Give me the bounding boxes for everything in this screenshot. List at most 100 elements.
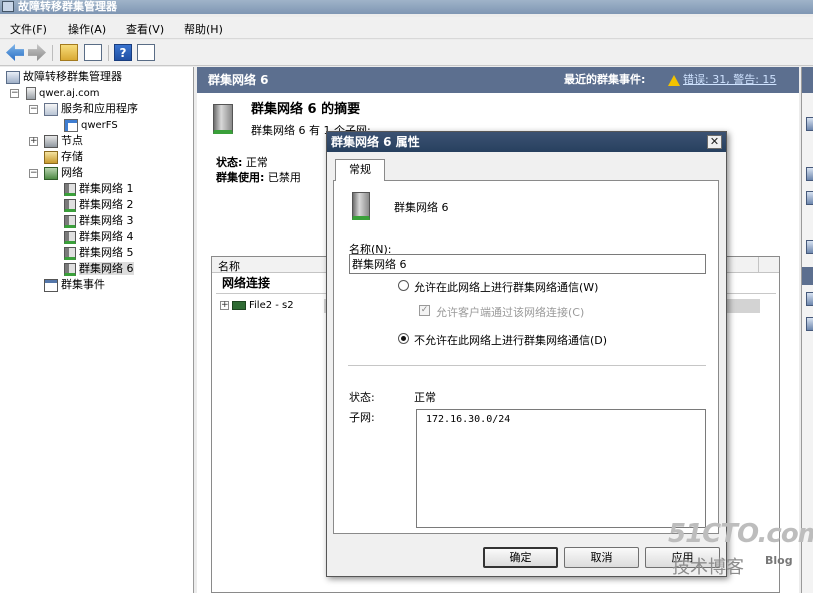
tree-network-label: 群集网络 5 — [79, 246, 134, 259]
network-icon — [64, 198, 76, 212]
tree-network-6[interactable]: 群集网络 6 — [64, 261, 134, 277]
network-icon — [64, 214, 76, 228]
network-icon — [352, 192, 370, 220]
tree-storage-label: 存储 — [61, 150, 83, 163]
action-icon[interactable] — [806, 240, 813, 254]
list-item[interactable]: + File2 - s2 — [220, 300, 294, 311]
tree-storage[interactable]: 存储 — [44, 149, 83, 165]
network-icon — [213, 104, 233, 134]
allow-clients-checkbox[interactable]: ✓ — [419, 305, 430, 316]
collapse-toggle[interactable]: − — [29, 169, 38, 178]
events-icon — [44, 278, 58, 292]
tree-networks[interactable]: 网络 — [44, 165, 83, 181]
menu-file[interactable]: 文件(F) — [10, 21, 47, 37]
summary-title: 群集网络 6 的摘要 — [251, 102, 361, 117]
nodes-icon — [44, 134, 58, 148]
tree-network-5[interactable]: 群集网络 5 — [64, 245, 134, 261]
menu-help[interactable]: 帮助(H) — [184, 21, 223, 37]
actions-pane — [801, 67, 813, 593]
status-line: 状态: 正常 — [216, 154, 268, 170]
collapse-toggle[interactable]: − — [10, 89, 19, 98]
tree-service-qwerfs[interactable]: qwerFS — [64, 117, 118, 133]
tree-network-2[interactable]: 群集网络 2 — [64, 197, 134, 213]
collapse-toggle[interactable]: − — [29, 105, 38, 114]
tree-cluster[interactable]: qwer.aj.com — [26, 85, 100, 101]
tree-root[interactable]: 故障转移群集管理器 — [6, 69, 122, 85]
action-icon[interactable] — [806, 191, 813, 205]
tab-general-panel: 群集网络 6 名称(N): 允许在此网络上进行群集网络通信(W) ✓ 允许客户端… — [333, 180, 719, 534]
properties-dialog: 群集网络 6 属性 ✕ 常规 群集网络 6 名称(N): 允许在此网络上进行群集… — [326, 131, 727, 577]
ok-button[interactable]: 确定 — [483, 547, 558, 568]
apply-button[interactable]: 应用 — [645, 547, 720, 568]
action-icon[interactable] — [806, 117, 813, 131]
cancel-button[interactable]: 取消 — [564, 547, 639, 568]
network-icon — [64, 246, 76, 260]
actions-section-header — [802, 267, 813, 285]
network-adapter-icon — [232, 300, 246, 310]
cluster-use-label: 群集使用: — [216, 171, 265, 184]
show-hide-tree-icon[interactable] — [84, 44, 102, 61]
action-icon[interactable] — [806, 292, 813, 306]
allow-cluster-comm-label[interactable]: 允许在此网络上进行群集网络通信(W) — [414, 279, 598, 295]
back-arrow-icon[interactable] — [6, 44, 24, 61]
tree-events-label: 群集事件 — [61, 278, 105, 291]
up-folder-icon[interactable] — [60, 44, 78, 61]
tree-nodes[interactable]: 节点 — [44, 133, 83, 149]
tree-services[interactable]: 服务和应用程序 — [44, 101, 138, 117]
tree-network-3[interactable]: 群集网络 3 — [64, 213, 134, 229]
menu-view[interactable]: 查看(V) — [126, 21, 164, 37]
services-icon — [44, 102, 58, 116]
section-divider — [348, 365, 706, 366]
main-header: 群集网络 6 最近的群集事件: 错误: 31, 警告: 15 — [197, 67, 799, 93]
deny-cluster-comm-label[interactable]: 不允许在此网络上进行群集网络通信(D) — [414, 332, 607, 348]
tree-network-1[interactable]: 群集网络 1 — [64, 181, 134, 197]
cluster-use-value: 已禁用 — [267, 171, 301, 184]
subnet-value: 172.16.30.0/24 — [426, 414, 511, 425]
close-button[interactable]: ✕ — [707, 135, 722, 149]
tree-network-label: 群集网络 4 — [79, 230, 134, 243]
tree-events[interactable]: 群集事件 — [44, 277, 105, 293]
window-titlebar: 故障转移群集管理器 — [0, 0, 813, 14]
expand-toggle[interactable]: + — [220, 300, 229, 310]
tree-root-label: 故障转移群集管理器 — [23, 70, 122, 83]
cluster-manager-icon — [6, 70, 20, 84]
actions-header — [802, 67, 813, 93]
tree-cluster-label: qwer.aj.com — [39, 88, 100, 99]
toolbar-separator — [52, 45, 53, 61]
tree-network-label: 群集网络 6 — [79, 262, 134, 275]
subnet-list[interactable]: 172.16.30.0/24 — [416, 409, 706, 528]
show-hide-action-pane-icon[interactable] — [137, 44, 155, 61]
help-icon[interactable]: ? — [114, 44, 132, 61]
file-server-icon — [64, 118, 78, 132]
column-divider — [758, 257, 759, 273]
network-icon — [64, 182, 76, 196]
dialog-title: 群集网络 6 属性 — [331, 135, 420, 149]
expand-toggle[interactable]: + — [29, 137, 38, 146]
name-field[interactable] — [349, 254, 706, 274]
recent-events-link[interactable]: 错误: 31, 警告: 15 — [683, 67, 776, 93]
tree-service-label: qwerFS — [81, 120, 118, 131]
tree-network-label: 群集网络 1 — [79, 182, 134, 195]
tree-network-4[interactable]: 群集网络 4 — [64, 229, 134, 245]
action-icon[interactable] — [806, 167, 813, 181]
cluster-manager-icon — [2, 1, 14, 12]
menu-action[interactable]: 操作(A) — [68, 21, 106, 37]
tree-services-label: 服务和应用程序 — [61, 102, 138, 115]
network-icon — [64, 230, 76, 244]
page-title: 群集网络 6 — [208, 73, 269, 87]
deny-cluster-comm-radio[interactable] — [398, 333, 409, 344]
allow-clients-label[interactable]: 允许客户端通过该网络连接(C) — [436, 304, 584, 320]
group-title: 网络连接 — [222, 276, 271, 290]
status-value: 正常 — [245, 156, 268, 169]
forward-arrow-icon[interactable] — [28, 44, 46, 61]
tab-general[interactable]: 常规 — [335, 159, 385, 181]
toolbar-separator — [108, 45, 109, 61]
allow-cluster-comm-radio[interactable] — [398, 280, 409, 291]
cluster-use-line: 群集使用: 已禁用 — [216, 169, 301, 185]
tree-networks-label: 网络 — [61, 166, 83, 179]
status-label: 状态: — [216, 156, 243, 169]
tree-network-label: 群集网络 2 — [79, 198, 134, 211]
navigation-tree: 故障转移群集管理器 − qwer.aj.com − 服务和应用程序 qwerFS… — [0, 67, 194, 593]
column-name[interactable]: 名称 — [218, 258, 240, 274]
action-icon[interactable] — [806, 317, 813, 331]
